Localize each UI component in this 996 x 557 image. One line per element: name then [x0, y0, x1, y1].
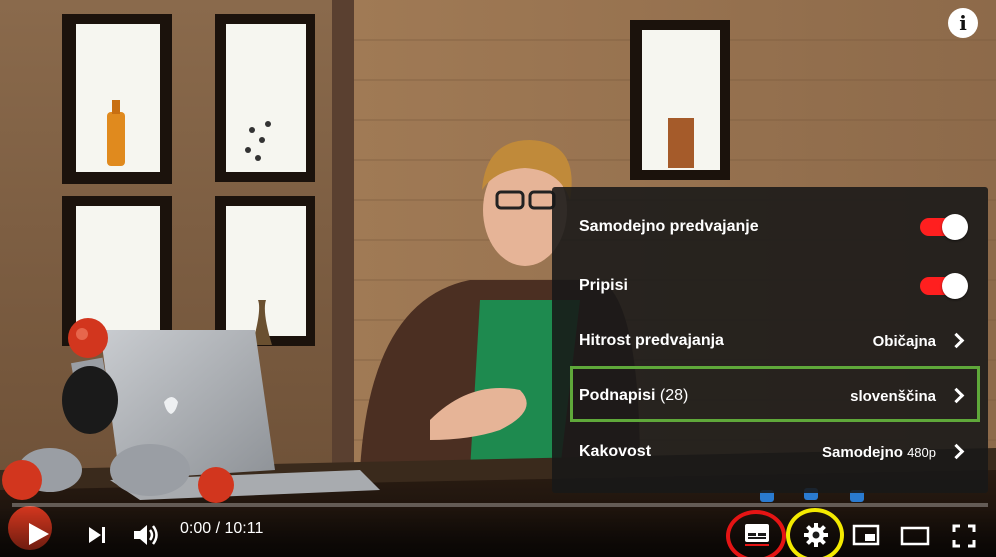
- next-icon[interactable]: [86, 524, 108, 546]
- menu-item-playback-speed[interactable]: Hitrost predvajanja Običajna: [552, 313, 988, 369]
- annotations-toggle[interactable]: [918, 273, 968, 299]
- current-time: 0:00: [180, 520, 212, 537]
- video-player[interactable]: i Samodejno predvajanje Pripisi Hitrost …: [0, 0, 996, 557]
- menu-item-label: Pripisi: [579, 277, 628, 294]
- autoplay-toggle[interactable]: [918, 214, 968, 240]
- menu-item-autoplay[interactable]: Samodejno predvajanje: [552, 199, 988, 255]
- progress-bar[interactable]: [12, 503, 988, 507]
- chevron-right-icon: [948, 332, 965, 349]
- duration: 10:11: [224, 520, 264, 537]
- menu-item-label: Kakovost: [579, 443, 652, 460]
- menu-item-value: Običajna: [872, 332, 936, 350]
- subtitles-highlight-box: [570, 366, 980, 422]
- miniplayer-icon[interactable]: [852, 524, 880, 546]
- menu-item-label: Samodejno predvajanje: [579, 218, 759, 235]
- info-icon[interactable]: i: [948, 8, 978, 38]
- settings-highlight-ring: [786, 508, 844, 557]
- theater-mode-icon[interactable]: [900, 526, 930, 546]
- fullscreen-icon[interactable]: [952, 524, 976, 548]
- subtitles-highlight-ring: [726, 510, 786, 557]
- play-icon[interactable]: [24, 520, 52, 548]
- menu-item-quality[interactable]: Kakovost Samodejno 480p: [552, 424, 988, 480]
- time-display: 0:00 / 10:11: [180, 520, 264, 537]
- settings-menu: Samodejno predvajanje Pripisi Hitrost pr…: [552, 187, 988, 493]
- menu-item-value: Samodejno 480p: [822, 443, 936, 461]
- menu-item-label: Hitrost predvajanja: [579, 332, 724, 349]
- volume-icon[interactable]: [132, 522, 160, 548]
- menu-item-annotations[interactable]: Pripisi: [552, 258, 988, 314]
- chevron-right-icon: [948, 443, 965, 460]
